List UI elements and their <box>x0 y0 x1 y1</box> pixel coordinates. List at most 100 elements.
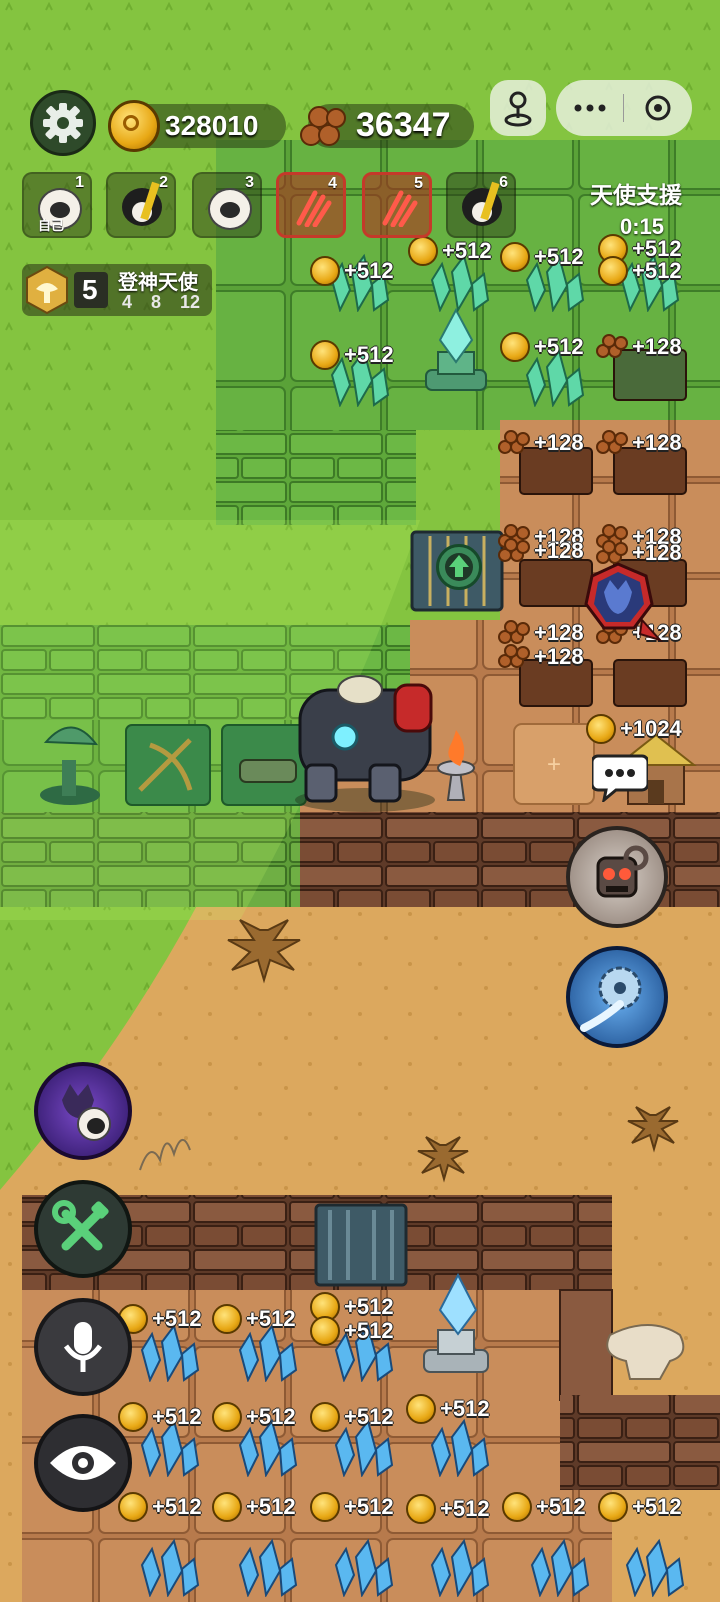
blue-crystal <box>334 1538 394 1597</box>
player-avatar <box>462 181 502 226</box>
gold-coin-icon <box>598 256 628 286</box>
player-index: 4 <box>328 175 337 192</box>
gold-coin-icon <box>598 1492 628 1522</box>
gold-coin-icon <box>500 332 530 362</box>
robot-skill-button[interactable] <box>566 826 668 928</box>
gold-gain-text: +512 <box>534 334 584 359</box>
wood-gain-text: +128 <box>534 538 584 563</box>
wood-icon <box>596 334 630 360</box>
microphone-icon <box>63 1322 103 1372</box>
target-icon <box>645 95 671 121</box>
arrow-up-icon <box>445 553 473 581</box>
gold-coin-icon <box>310 256 340 286</box>
wolf-sheep-icon <box>62 1084 111 1141</box>
robot-skull-icon <box>596 845 649 898</box>
gold-coin-icon <box>310 1316 340 1346</box>
gold-coin-icon <box>212 1304 242 1334</box>
gold-gain-text: +1024 <box>620 716 682 741</box>
angel-support-timer: 0:15 <box>620 214 665 239</box>
rank-milestone-3: 12 <box>180 292 201 312</box>
gold-gain-text: +512 <box>152 1306 202 1331</box>
gold-gain-text: +512 <box>344 258 394 283</box>
gold-coin-icon <box>406 1394 436 1424</box>
close-program-button[interactable] <box>624 80 692 136</box>
voice-button[interactable] <box>34 1298 132 1396</box>
wood-icon <box>498 644 532 670</box>
wolf-icon <box>584 562 664 642</box>
gold-coin-icon <box>212 1492 242 1522</box>
gold-coin-icon <box>408 236 438 266</box>
player-avatar <box>293 189 333 228</box>
build-tools-button[interactable] <box>34 1180 132 1278</box>
player-avatar <box>208 188 252 230</box>
rank-title: 登神天使 <box>118 272 198 294</box>
blue-crystal <box>238 1538 298 1597</box>
gold-coin-icon <box>108 100 160 152</box>
gold-gain-text: +512 <box>440 1396 490 1421</box>
player-index: 6 <box>499 174 508 191</box>
more-icon <box>574 104 606 112</box>
gear-icon <box>43 103 83 143</box>
chat-button[interactable] <box>590 752 650 804</box>
blue-crystal <box>625 1538 685 1597</box>
gold-coin-icon <box>500 242 530 272</box>
joystick-button[interactable] <box>490 80 546 136</box>
eye-icon <box>50 1446 116 1480</box>
svg-text:+: + <box>547 751 561 778</box>
rank-level: 5 <box>82 274 98 305</box>
saw-blade-icon <box>580 966 642 1032</box>
more-button[interactable] <box>556 80 624 136</box>
gold-gain-text: +512 <box>152 1494 202 1519</box>
player-slot-1[interactable]: 1 自己 <box>22 172 92 238</box>
gold-gain-text: +512 <box>344 1404 394 1429</box>
settings-button[interactable] <box>30 90 96 156</box>
wood-gain-text: +128 <box>632 430 682 455</box>
wood-gain-text: +128 <box>534 644 584 669</box>
wood-icon <box>298 102 350 148</box>
gold-gain-text: +512 <box>534 244 584 269</box>
wood-icon <box>498 538 532 564</box>
rank-panel[interactable]: 5 登神天使 4 8 12 <box>22 264 212 316</box>
player-avatar <box>379 189 419 228</box>
blue-crystal <box>530 1538 590 1597</box>
wood-gain-text: +128 <box>534 430 584 455</box>
player-index: 1 <box>75 174 84 191</box>
angel-rank-icon <box>26 265 68 315</box>
player-slot-4[interactable]: 4 <box>276 172 346 238</box>
saw-skill-button[interactable] <box>566 946 668 1048</box>
gold-gain-text: +512 <box>442 238 492 263</box>
gold-gain-text: +512 <box>344 1494 394 1519</box>
gold-gain-text: +512 <box>440 1496 490 1521</box>
gold-gain-text: +512 <box>246 1404 296 1429</box>
mini-program-capsule <box>556 80 692 136</box>
wood-gain-text: +128 <box>632 334 682 359</box>
gold-gain-text: +512 <box>246 1494 296 1519</box>
wood-icon <box>498 620 532 646</box>
rank-milestone-2: 8 <box>151 292 162 312</box>
player-slot-2[interactable]: 2 <box>106 172 176 238</box>
gold-gain-text: +512 <box>632 258 682 283</box>
blue-crystal <box>430 1538 490 1597</box>
angel-support-label: 天使支援 <box>590 182 682 208</box>
wolf-sheep-button[interactable] <box>34 1062 132 1160</box>
wolf-enemy-marker[interactable] <box>582 562 664 642</box>
gold-coin-icon <box>406 1494 436 1524</box>
view-toggle-button[interactable] <box>34 1414 132 1512</box>
player-self-tag: 自己 <box>38 218 65 233</box>
gold-gain-text: +512 <box>152 1404 202 1429</box>
wood-amount: 36347 <box>356 106 451 144</box>
gold-coin-icon <box>310 1402 340 1432</box>
player-slot-3[interactable]: 3 <box>192 172 262 238</box>
gold-amount: 328010 <box>165 110 259 141</box>
player-slot-5[interactable]: 5 <box>362 172 432 238</box>
tools-icon <box>52 1200 109 1251</box>
upgrade-gate-button[interactable] <box>436 544 482 590</box>
gold-coin-icon <box>310 1492 340 1522</box>
gold-gain-text: +512 <box>536 1494 586 1519</box>
gold-gain-text: +512 <box>344 1294 394 1319</box>
player-index: 3 <box>245 174 254 191</box>
player-slot-6[interactable]: 6 <box>446 172 516 238</box>
blue-crystal <box>430 1418 490 1477</box>
wood-gain-text: +128 <box>534 620 584 645</box>
rank-milestone-1: 4 <box>122 292 133 312</box>
